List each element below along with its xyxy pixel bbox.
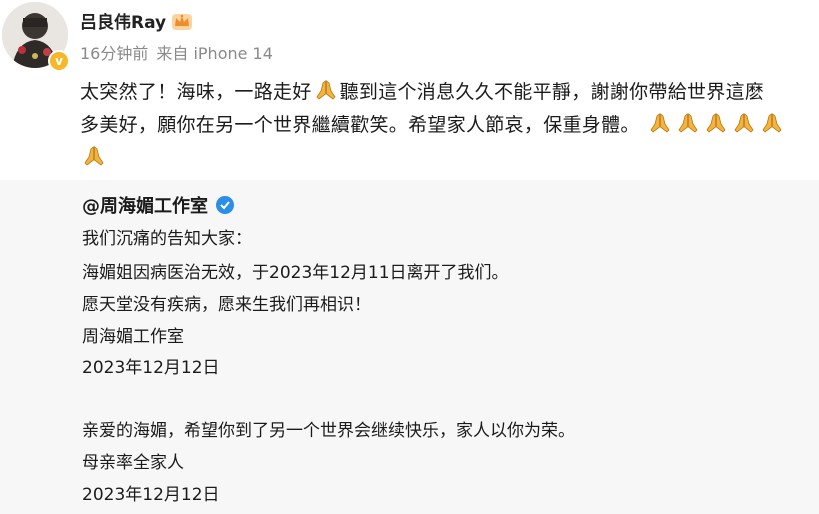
post-header: v 吕良伟Ray 16分钟前 来自 iPhone 14 xyxy=(0,0,819,78)
repost-line: 海媚姐因病医治无效，于2023年12月11日离开了我们。 xyxy=(82,263,509,283)
post-text: 太突然了！海味，一路走好 聽到這个消息久久不能平靜，謝謝你帶給世界這麽 多美好，願… xyxy=(80,76,810,175)
repost-line: 愿天堂没有疾病，愿来生我们再相识！ xyxy=(82,295,371,315)
folded-hands-icon xyxy=(315,79,337,101)
repost-date: 2023年12月12日 xyxy=(82,358,220,378)
folded-hands-icon xyxy=(761,112,783,134)
folded-hands-icon xyxy=(83,145,105,167)
folded-hands-icon xyxy=(705,112,727,134)
post-text-part3: 多美好，願你在另一个世界繼續歡笑。希望家人節哀，保重身體。 xyxy=(80,114,640,136)
post-source: 来自 iPhone 14 xyxy=(156,44,273,63)
post-text-part2: 聽到這个消息久久不能平靜，謝謝你帶給世界這麽 xyxy=(339,81,765,103)
username[interactable]: 吕良伟Ray xyxy=(80,8,166,33)
folded-hands-icon xyxy=(733,112,755,134)
blue-v-badge-icon xyxy=(216,196,234,214)
repost-line: 母亲率全家人 xyxy=(82,453,184,473)
repost-author[interactable]: @周海媚工作室 xyxy=(82,192,208,218)
repost-author-row: @周海媚工作室 xyxy=(82,192,234,218)
folded-hands-icon xyxy=(649,112,671,134)
post-meta: 16分钟前 来自 iPhone 14 xyxy=(80,40,273,64)
post-text-part1: 太突然了！海味，一路走好 xyxy=(80,81,312,103)
repost-line: 亲爱的海媚，希望你到了另一个世界会继续快乐，家人以你为荣。 xyxy=(82,421,575,441)
folded-hands-icon xyxy=(677,112,699,134)
repost-line: 我们沉痛的告知大家： xyxy=(82,229,252,249)
repost-date: 2023年12月12日 xyxy=(82,485,220,505)
crown-icon xyxy=(172,13,193,30)
username-row: 吕良伟Ray xyxy=(80,8,193,33)
reposted-post[interactable]: @周海媚工作室 我们沉痛的告知大家： 海媚姐因病医治无效，于2023年12月11… xyxy=(0,180,819,514)
repost-line: 周海媚工作室 xyxy=(82,327,184,347)
gold-v-badge-icon: v xyxy=(48,50,70,72)
post-time[interactable]: 16分钟前 xyxy=(80,40,148,64)
